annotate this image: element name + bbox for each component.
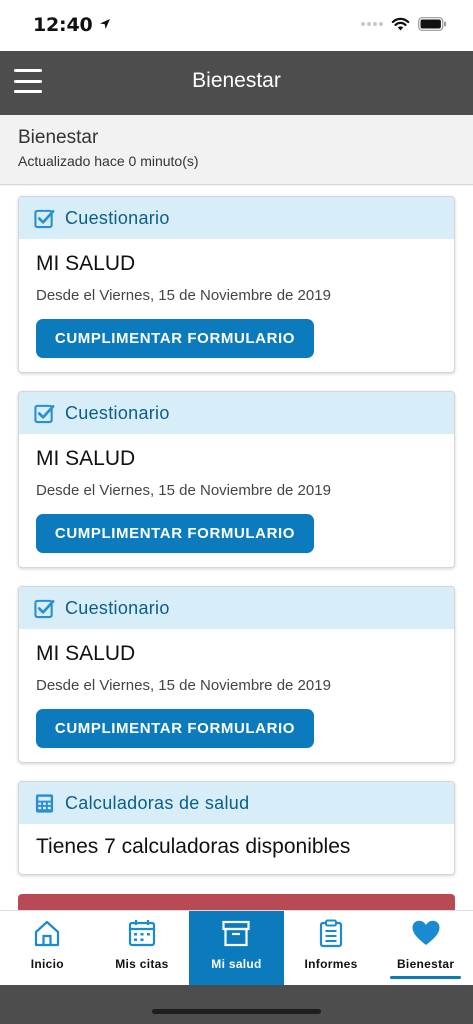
tab-mis-citas[interactable]: Mis citas bbox=[95, 911, 190, 985]
home-indicator[interactable] bbox=[152, 1009, 321, 1014]
clock-text: 12:40 bbox=[33, 14, 93, 36]
calculators-available-text: Tienes 7 calculadoras disponibles bbox=[36, 835, 351, 858]
questionnaire-card: Cuestionario MI SALUD Desde el Viernes, … bbox=[18, 196, 455, 373]
card-header-title: Cuestionario bbox=[65, 402, 170, 423]
clipboard-icon bbox=[319, 919, 343, 948]
tab-label: Mi salud bbox=[211, 957, 262, 971]
archive-box-icon bbox=[222, 920, 251, 947]
questionnaire-card: Cuestionario MI SALUD Desde el Viernes, … bbox=[18, 391, 455, 568]
tab-informes[interactable]: Informes bbox=[284, 911, 379, 985]
tab-label: Mis citas bbox=[115, 957, 169, 971]
home-indicator-area bbox=[0, 985, 473, 1024]
last-updated-text: Actualizado hace 0 minuto(s) bbox=[18, 153, 199, 169]
tab-mi-salud[interactable]: Mi salud bbox=[189, 911, 284, 985]
wifi-icon bbox=[391, 17, 410, 31]
status-indicators bbox=[361, 17, 447, 31]
status-time: 12:40 bbox=[33, 14, 111, 36]
questionnaire-card: Cuestionario MI SALUD Desde el Viernes, … bbox=[18, 586, 455, 763]
card-header: Calculadoras de salud bbox=[19, 782, 454, 824]
checkbox-checked-icon bbox=[34, 209, 55, 228]
cellular-signal-icon bbox=[361, 22, 383, 26]
page-title: Bienestar bbox=[18, 127, 99, 148]
calendar-icon bbox=[128, 920, 155, 947]
questionnaire-name: MI SALUD bbox=[36, 642, 136, 665]
content-scroll-area[interactable]: Cuestionario MI SALUD Desde el Viernes, … bbox=[0, 186, 473, 910]
page-info: Bienestar Actualizado hace 0 minuto(s) bbox=[0, 115, 473, 185]
status-bar: 12:40 bbox=[0, 0, 473, 51]
card-header-title: Cuestionario bbox=[65, 597, 170, 618]
questionnaire-name: MI SALUD bbox=[36, 252, 136, 275]
app-header: Bienestar bbox=[0, 51, 473, 115]
fill-form-button[interactable]: CUMPLIMENTAR FORMULARIO bbox=[36, 514, 314, 553]
tab-inicio[interactable]: Inicio bbox=[0, 911, 95, 985]
tab-bienestar[interactable]: Bienestar bbox=[378, 911, 473, 985]
tab-label: Informes bbox=[304, 957, 358, 971]
tab-label: Inicio bbox=[30, 957, 64, 971]
partially-hidden-alert-card[interactable] bbox=[18, 894, 455, 910]
questionnaire-name: MI SALUD bbox=[36, 447, 136, 470]
active-tab-indicator bbox=[390, 976, 461, 979]
tab-label: Bienestar bbox=[396, 957, 455, 971]
heart-icon bbox=[412, 920, 440, 945]
calculator-icon bbox=[35, 793, 54, 813]
location-arrow-icon bbox=[99, 19, 110, 29]
checkbox-checked-icon bbox=[34, 599, 55, 618]
questionnaire-date: Desde el Viernes, 15 de Noviembre de 201… bbox=[36, 677, 331, 694]
card-header-title: Calculadoras de salud bbox=[65, 792, 250, 813]
bottom-tab-bar: Inicio Mis citas Mi salud Informes Biene… bbox=[0, 910, 473, 985]
checkbox-checked-icon bbox=[34, 404, 55, 423]
health-calculators-card[interactable]: Calculadoras de salud Tienes 7 calculado… bbox=[18, 781, 455, 875]
card-header: Cuestionario bbox=[19, 392, 454, 434]
card-header-title: Cuestionario bbox=[65, 207, 170, 228]
card-header: Cuestionario bbox=[19, 587, 454, 629]
questionnaire-date: Desde el Viernes, 15 de Noviembre de 201… bbox=[36, 482, 331, 499]
fill-form-button[interactable]: CUMPLIMENTAR FORMULARIO bbox=[36, 319, 314, 358]
home-icon bbox=[35, 920, 60, 947]
battery-icon bbox=[418, 17, 446, 31]
header-title: Bienestar bbox=[192, 69, 281, 92]
card-header: Cuestionario bbox=[19, 197, 454, 239]
fill-form-button[interactable]: CUMPLIMENTAR FORMULARIO bbox=[36, 709, 314, 748]
questionnaire-date: Desde el Viernes, 15 de Noviembre de 201… bbox=[36, 287, 331, 304]
